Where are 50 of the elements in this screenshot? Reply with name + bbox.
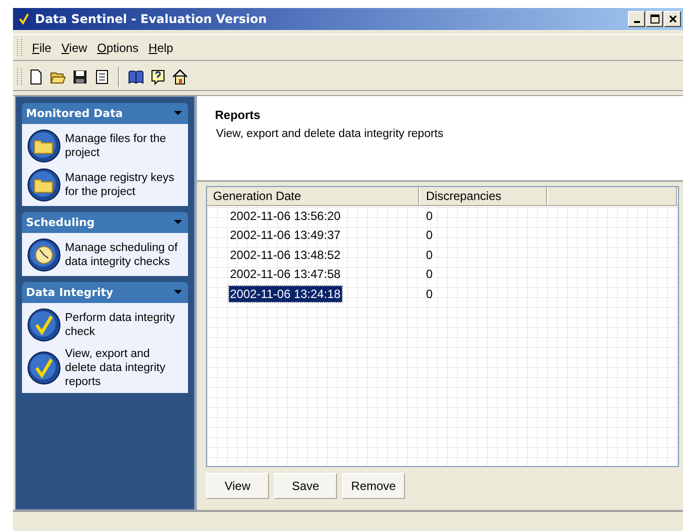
caret-icon	[174, 220, 182, 225]
folder-icon[interactable]	[27, 129, 61, 163]
table-cell-text: 0	[425, 267, 433, 282]
table-cell[interactable]: 2002-11-06 13:47:58	[229, 266, 342, 282]
table-cell[interactable]: 2002-11-06 13:49:37	[229, 227, 342, 244]
check-icon[interactable]	[27, 351, 61, 385]
caret-icon	[174, 111, 182, 116]
new-document-icon[interactable]	[28, 68, 44, 84]
menu-item[interactable]: Help	[148, 40, 174, 54]
table-cell-text: 0	[425, 228, 433, 242]
table-cell-text: 0	[425, 208, 433, 223]
folder-icon[interactable]	[27, 168, 61, 202]
action-button[interactable]: View	[206, 473, 269, 499]
minimize-button[interactable]	[628, 11, 645, 27]
task-link[interactable]: Manage registry keys for the project	[65, 171, 184, 199]
clock-icon[interactable]	[27, 238, 61, 272]
document-icon[interactable]	[94, 68, 110, 84]
group-header[interactable]: Scheduling	[22, 212, 188, 233]
table-cell[interactable]: 2002-11-06 13:24:18	[229, 286, 342, 302]
panel-subtitle: View, export and delete data integrity reports	[215, 128, 444, 140]
task-link[interactable]: Manage files for the project	[65, 132, 184, 160]
task-link[interactable]: View, export and delete data integrity reports	[65, 347, 184, 389]
table-cell-text: 0	[425, 286, 433, 301]
menu-item[interactable]: Options	[97, 40, 139, 54]
group-header[interactable]: Data Integrity	[22, 282, 188, 303]
maximize-icon	[650, 14, 660, 24]
check-icon[interactable]	[27, 308, 61, 342]
panel-title: Reports	[215, 108, 262, 122]
table-cell[interactable]: 2002-11-06 13:56:20	[229, 208, 342, 224]
group-header[interactable]: Monitored Data	[22, 103, 188, 124]
close-icon	[668, 14, 678, 24]
close-button[interactable]	[664, 11, 681, 27]
table-cell-text: 0	[425, 248, 433, 262]
action-button[interactable]: Save	[274, 473, 337, 499]
table-cell[interactable]: 2002-11-06 13:48:52	[229, 246, 342, 263]
window-title: Data Sentinel - Evaluation Version	[35, 12, 268, 26]
caret-icon	[174, 290, 182, 295]
column-header[interactable]: Generation Date	[207, 187, 420, 206]
check-icon	[17, 12, 31, 26]
book-icon[interactable]	[128, 68, 144, 84]
save-icon[interactable]	[72, 68, 88, 84]
home-icon[interactable]	[172, 68, 188, 84]
minimize-icon	[634, 21, 640, 23]
menu-item[interactable]: View	[61, 40, 88, 54]
maximize-button[interactable]	[646, 11, 663, 27]
menu-item[interactable]: File	[32, 40, 52, 54]
task-link[interactable]: Perform data integrity check	[65, 311, 184, 339]
action-button[interactable]: Remove	[342, 473, 405, 499]
help-icon[interactable]	[150, 68, 166, 84]
column-header[interactable]: Discrepancies	[420, 187, 548, 206]
